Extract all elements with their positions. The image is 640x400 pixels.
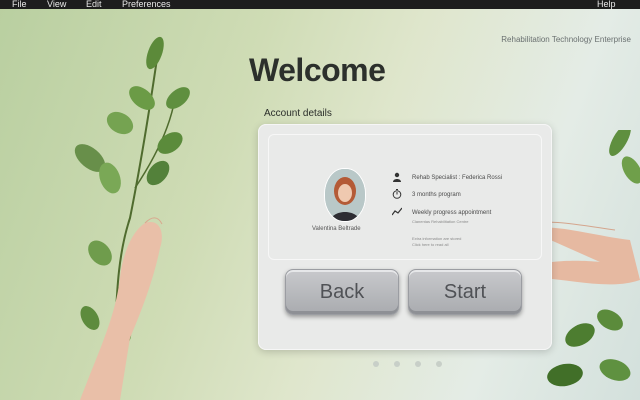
timer-icon	[392, 189, 402, 199]
appointment-text: Weekly progress appointment	[412, 210, 492, 216]
menu-file[interactable]: File	[12, 0, 27, 9]
start-button[interactable]: Start	[408, 269, 522, 315]
specialist-text: Rehab Specialist : Federica Rossi	[412, 175, 503, 181]
pager-dot-3[interactable]	[415, 361, 421, 367]
brand-name: Rehabilitation Technology Enterprise	[501, 35, 631, 44]
menu-help[interactable]: Help	[597, 0, 616, 9]
pager-dot-1[interactable]	[373, 361, 379, 367]
account-details-heading: Account details	[264, 108, 332, 119]
menu-preferences[interactable]: Preferences	[122, 0, 171, 9]
account-card: Valentina Beltrade Rehab Specialist : Fe…	[258, 124, 552, 350]
appointment-subtext: Clanentas Rehabilitation Centre	[412, 219, 469, 224]
menu-view[interactable]: View	[47, 0, 66, 9]
back-button[interactable]: Back	[285, 269, 399, 315]
trend-icon	[392, 207, 402, 216]
footnote-text: Extra information are stored	[412, 236, 462, 241]
page-title: Welcome	[249, 52, 386, 88]
menu-bar: File View Edit Preferences Help	[0, 0, 640, 9]
pager-dot-4[interactable]	[436, 361, 442, 367]
patient-name: Valentina Beltrade	[312, 226, 361, 232]
account-info-panel	[268, 134, 542, 260]
program-text: 3 months program	[412, 192, 461, 198]
read-all-link[interactable]: Click here to read all	[412, 242, 448, 247]
pager-dot-2[interactable]	[394, 361, 400, 367]
person-icon	[393, 172, 401, 182]
menu-edit[interactable]: Edit	[86, 0, 102, 9]
avatar	[324, 168, 366, 222]
plant-left-image	[74, 36, 190, 400]
